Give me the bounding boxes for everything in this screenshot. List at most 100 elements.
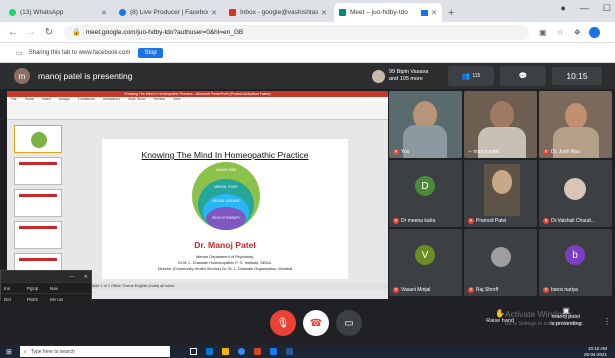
participant-summary[interactable]: 99 Bipin Vasava and 105 more <box>372 66 444 86</box>
stop-sharing-button[interactable]: Stop <box>138 47 163 58</box>
participant-thumb <box>372 69 385 83</box>
participant-name: 99 Bipin Vasava <box>389 69 429 75</box>
leave-call-button[interactable]: ☎ <box>303 310 329 336</box>
star-icon[interactable]: ☆ <box>557 28 564 37</box>
minimize-icon[interactable]: — <box>580 3 589 14</box>
forward-icon[interactable]: → <box>26 27 36 38</box>
facebook-icon <box>119 9 126 16</box>
tab-meet[interactable]: Meet – juo-hdby-tdo ✕ <box>334 3 442 22</box>
ppt-menu-design[interactable]: Design <box>59 97 70 102</box>
keyboard-row: Ins PgUp Nav <box>1 282 91 293</box>
ppt-menu-animations[interactable]: Animations <box>103 97 120 102</box>
participant-tile-manoj-patel[interactable]: ▪▪ manoj patel <box>464 91 537 158</box>
app-icon[interactable] <box>269 348 277 355</box>
taskbar-search[interactable]: ⌕ Type here to search <box>19 346 170 357</box>
participant-tile-meena-kalra[interactable]: D ✕ Dr meena kalra <box>389 160 462 227</box>
tile-label: ✕ You <box>393 149 410 155</box>
ppt-menu-transitions[interactable]: Transitions <box>78 97 95 102</box>
ppt-menu-slideshow[interactable]: Slide Show <box>128 97 146 102</box>
maximize-icon[interactable]: ☐ <box>603 3 611 14</box>
key[interactable]: Nav <box>47 283 70 293</box>
tab-label: (8) Live Producer | Facebook <box>130 9 209 16</box>
cast-icon: ▭ <box>16 49 23 57</box>
mic-off-icon: 🎙 <box>276 317 290 329</box>
task-view-icon[interactable] <box>189 348 197 355</box>
tab-facebook[interactable]: (8) Live Producer | Facebook ✕ <box>114 3 222 22</box>
tab-gmail[interactable]: Inbox - google@vashishtasha ✕ <box>224 3 332 22</box>
slide-thumbnail[interactable] <box>14 125 62 153</box>
participant-tile-pramod-patel[interactable]: ✕ Pramod Patel <box>464 160 537 227</box>
extensions-icon[interactable]: ❖ <box>574 28 581 37</box>
chrome-icon[interactable] <box>237 348 245 355</box>
profile-dot-icon[interactable]: ● <box>560 3 565 14</box>
muted-mic-icon: ✕ <box>393 149 399 155</box>
new-tab-button[interactable]: + <box>448 7 454 19</box>
participant-tile-vaishali[interactable]: ✕ Dr.Vaishali Chaud... <box>539 160 612 227</box>
file-explorer-icon[interactable] <box>221 348 229 355</box>
slide-thumbnail[interactable] <box>14 221 62 249</box>
tab-whatsapp[interactable]: (13) WhatsApp ✕ <box>4 3 112 22</box>
taskbar-clock[interactable]: 10:15 AM 25-04-2021 <box>584 346 607 357</box>
tab-label: (13) WhatsApp <box>20 9 64 16</box>
camera-button[interactable]: ▭ <box>336 310 362 336</box>
muted-mic-icon: ✕ <box>543 149 549 155</box>
profile-avatar[interactable] <box>588 26 600 38</box>
presenting-name: manoj patel <box>551 314 581 320</box>
ppt-menu-insert[interactable]: Insert <box>42 97 51 102</box>
url-bar[interactable]: 🔒 meet.google.com/juo-hdby-tdo?authuser=… <box>64 24 529 40</box>
ppt-menu-home[interactable]: Home <box>25 97 34 102</box>
close-icon[interactable]: ✕ <box>101 9 107 17</box>
mic-off-button[interactable]: 🎙 <box>270 310 296 336</box>
muted-mic-icon: ✕ <box>393 287 399 293</box>
gmail-icon <box>229 9 236 16</box>
search-placeholder: Type here to search <box>30 348 75 355</box>
word-icon[interactable] <box>285 348 293 355</box>
raise-hand-button[interactable]: ✋ Raise hand <box>478 309 522 324</box>
close-icon[interactable]: ✕ <box>84 274 88 280</box>
current-slide: Knowing The Mind In Homeopathic Practice… <box>102 139 348 279</box>
video-feed <box>490 101 514 129</box>
close-icon[interactable]: ✕ <box>211 9 217 17</box>
more-options-icon[interactable]: ⋮ <box>603 317 611 326</box>
muted-mic-icon: ✕ <box>468 287 474 293</box>
chat-icon: 💬 <box>518 73 528 80</box>
key[interactable]: Ins <box>1 283 24 293</box>
participant-tile-vasani-minjal[interactable]: V ✕ Vasani Minjal <box>389 229 462 296</box>
ppt-menu-view[interactable]: View <box>173 97 181 102</box>
windows-start-icon[interactable]: ⊞ <box>6 348 12 356</box>
participant-tile-you[interactable]: ✕ You <box>389 91 462 158</box>
edge-icon[interactable] <box>205 348 213 355</box>
speaking-icon: ▪▪ <box>468 149 472 155</box>
ppt-menu-review[interactable]: Review <box>154 97 165 102</box>
ppt-menu-file[interactable]: File <box>11 97 17 102</box>
chat-button[interactable]: 💬 <box>500 66 546 86</box>
video-feed <box>565 103 587 129</box>
outer-circle-label: HUMAN MIND <box>215 168 237 172</box>
presenting-indicator[interactable]: ▣ manoj patel is presenting <box>541 307 591 328</box>
minimize-icon[interactable]: — <box>69 274 74 280</box>
muted-mic-icon: ✕ <box>543 218 549 224</box>
hang-up-icon: ☎ <box>309 317 323 329</box>
slide-thumbnail[interactable] <box>14 189 62 217</box>
close-icon[interactable]: ✕ <box>431 9 437 17</box>
tile-label: ✕ Raj Shroff <box>468 287 499 293</box>
windows-taskbar: ⊞ ⌕ Type here to search 10:15 AM 25-04-2… <box>0 345 615 358</box>
recording-icon <box>421 9 429 16</box>
participant-tile-bansi-nariya[interactable]: b ✕ bansi nariya <box>539 229 612 296</box>
whatsapp-icon <box>9 9 16 16</box>
close-icon[interactable]: ✕ <box>321 9 327 17</box>
slide-thumbnail[interactable] <box>14 157 62 185</box>
slide-line-2: Dr.M. L. Dhawale Homoeopathic P. G. Inst… <box>178 260 272 265</box>
tile-label: ✕ bansi nariya <box>543 287 578 293</box>
key[interactable]: PgUp <box>24 283 47 293</box>
participant-tile-jyoti-rao[interactable]: ✕ Dr. Jyoti Rao <box>539 91 612 158</box>
back-icon[interactable]: ← <box>8 27 18 38</box>
muted-mic-icon: ✕ <box>543 287 549 293</box>
tab-label: Meet – juo-hdby-tdo <box>350 9 408 16</box>
participant-tile-raj-shroff[interactable]: ✕ Raj Shroff <box>464 229 537 296</box>
powerpoint-icon[interactable] <box>253 348 261 355</box>
slide-author: Dr. Manoj Patel <box>194 240 256 250</box>
camera-icon[interactable]: ▣ <box>539 28 547 37</box>
people-button[interactable]: 👥 115 <box>448 66 494 86</box>
reload-icon[interactable]: ↻ <box>44 27 54 38</box>
